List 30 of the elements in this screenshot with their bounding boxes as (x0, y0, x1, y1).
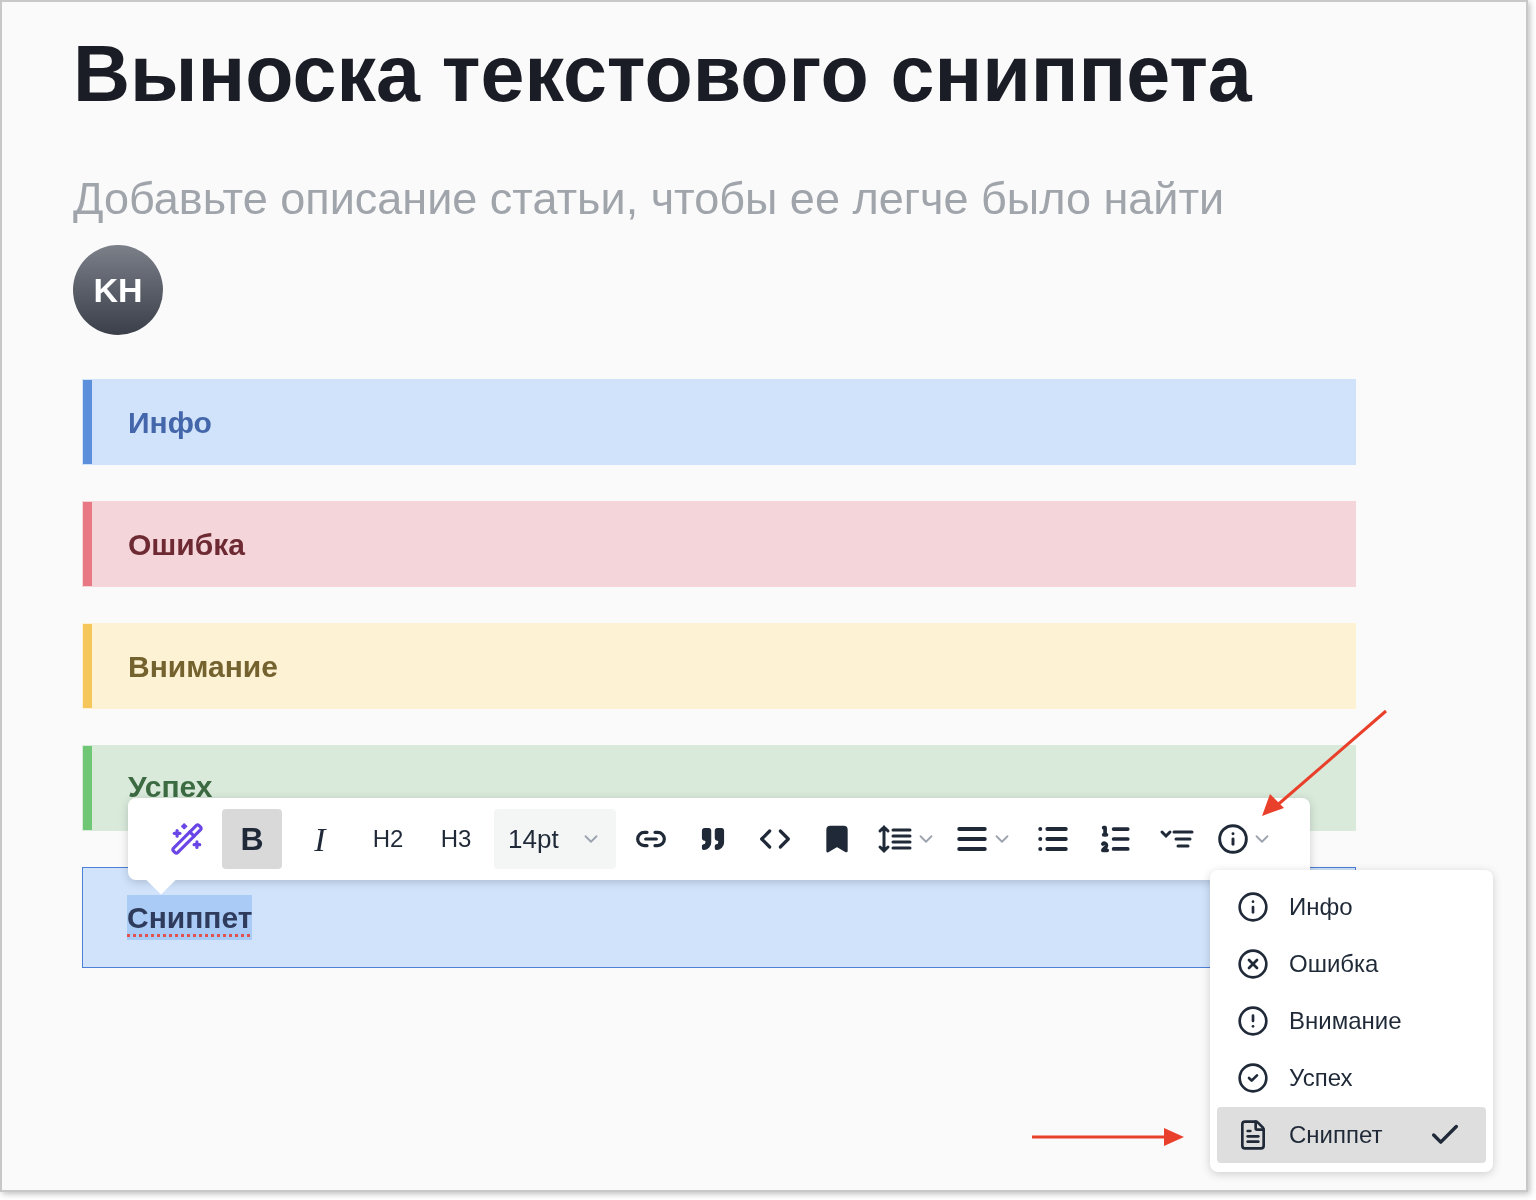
italic-button[interactable]: I (290, 809, 350, 869)
article-title: Выноска текстового сниппета (73, 28, 1254, 120)
heading-button[interactable]: H3 (426, 809, 486, 869)
bold-button[interactable]: B (222, 809, 282, 869)
menu-item-label: Сниппет (1289, 1120, 1384, 1150)
menu-item[interactable]: Ошибка (1217, 936, 1486, 992)
error-circle-icon (1237, 948, 1269, 980)
info-icon (1217, 823, 1249, 855)
info-icon (1237, 891, 1269, 923)
callout-text: Ошибка (128, 526, 245, 563)
warning-circle-icon (1237, 1005, 1269, 1037)
quote-icon (699, 825, 727, 853)
menu-item[interactable]: Внимание (1217, 993, 1486, 1049)
menu-item[interactable]: Сниппет (1217, 1107, 1486, 1163)
callout-text: Сниппет (127, 895, 253, 940)
callout-text: Внимание (128, 648, 278, 685)
menu-item-label: Внимание (1289, 1006, 1403, 1036)
heading-button[interactable]: H2 (358, 809, 418, 869)
callout-text: Инфо (128, 404, 212, 441)
magic-wand-icon (170, 822, 204, 856)
menu-item[interactable]: Инфо (1217, 879, 1486, 935)
menu-item-label: Инфо (1289, 892, 1354, 922)
menu-item[interactable]: Успех (1217, 1050, 1486, 1106)
font-size-select[interactable]: 14pt (494, 809, 616, 869)
author-avatar: KH (73, 245, 163, 335)
menu-item-label: Успех (1289, 1063, 1354, 1093)
line-height-icon (877, 824, 913, 854)
check-circle-icon (1237, 1062, 1269, 1094)
callout-text: Успех (128, 770, 213, 804)
menu-item-label: Ошибка (1289, 949, 1380, 979)
